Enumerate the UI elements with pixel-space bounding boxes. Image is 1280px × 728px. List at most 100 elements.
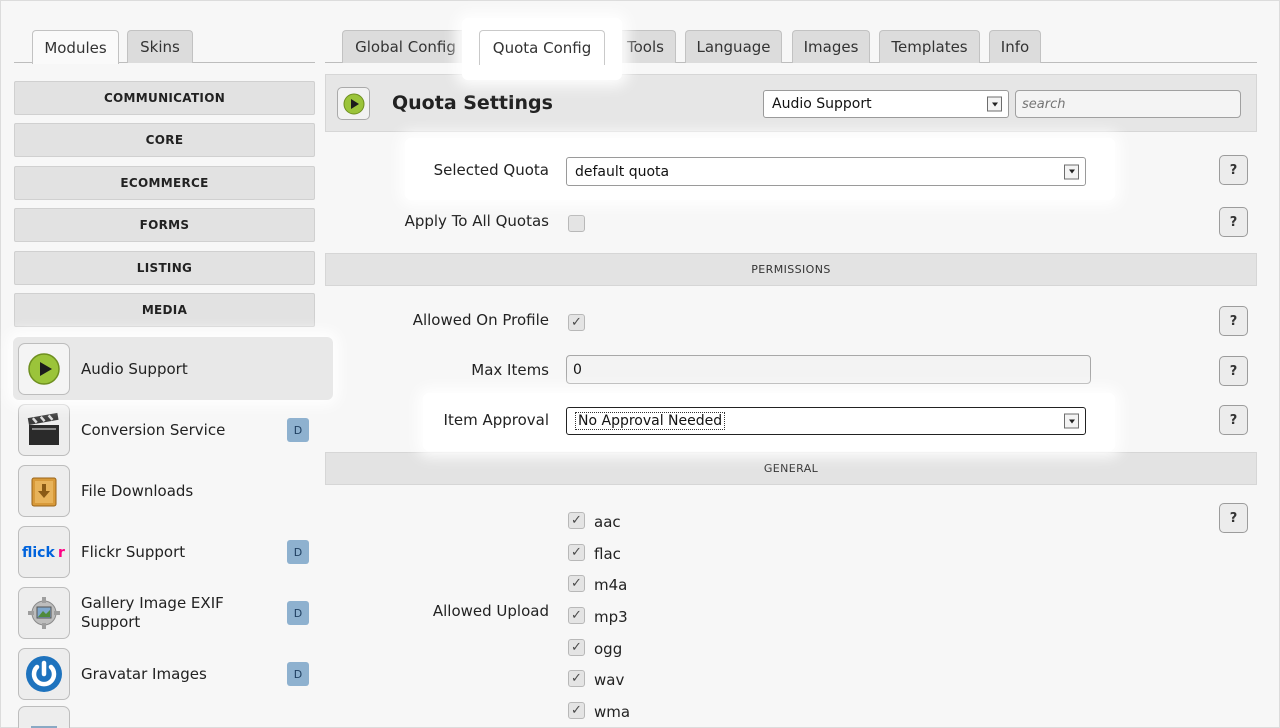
help-button[interactable]: ? bbox=[1219, 356, 1248, 386]
power-circle-icon bbox=[18, 648, 70, 700]
tab-info[interactable]: Info bbox=[989, 30, 1041, 63]
max-items-value: 0 bbox=[573, 361, 582, 378]
tab-label: Quota Config bbox=[492, 39, 592, 57]
category-label: ECOMMERCE bbox=[120, 176, 209, 190]
category-ecommerce[interactable]: ECOMMERCE bbox=[14, 166, 315, 200]
allowed-on-profile-checkbox[interactable]: ✓ bbox=[568, 314, 585, 331]
status-badge: D bbox=[287, 540, 309, 564]
category-forms[interactable]: FORMS bbox=[14, 208, 315, 242]
tab-language[interactable]: Language bbox=[685, 30, 782, 63]
upload-type-label: m4a bbox=[594, 576, 628, 594]
module-label: Audio Support bbox=[81, 359, 188, 378]
allowed-on-profile-label: Allowed On Profile bbox=[412, 311, 549, 329]
checkmark-icon: ✓ bbox=[571, 576, 582, 591]
module-audio-support[interactable]: Audio Support bbox=[14, 340, 315, 398]
apply-all-checkbox[interactable] bbox=[568, 215, 585, 232]
upload-type-label: wav bbox=[594, 671, 625, 689]
help-button[interactable]: ? bbox=[1219, 207, 1248, 237]
help-button[interactable]: ? bbox=[1219, 503, 1248, 533]
upload-checkbox-flac[interactable]: ✓ bbox=[568, 544, 585, 561]
status-badge: D bbox=[287, 662, 309, 686]
help-button[interactable]: ? bbox=[1219, 306, 1248, 336]
upload-type-label: wma bbox=[594, 703, 631, 721]
checkmark-icon: ✓ bbox=[571, 608, 582, 623]
checkmark-icon: ✓ bbox=[571, 640, 582, 655]
tab-skins[interactable]: Skins bbox=[127, 30, 193, 63]
panel-header: Quota Settings Audio Support bbox=[325, 74, 1257, 132]
module-select-value: Audio Support bbox=[772, 96, 872, 112]
tab-templates[interactable]: Templates bbox=[879, 30, 980, 63]
allowed-upload-label: Allowed Upload bbox=[432, 602, 549, 620]
item-approval-label: Item Approval bbox=[443, 411, 549, 429]
upload-checkbox-wav[interactable]: ✓ bbox=[568, 670, 585, 687]
upload-checkbox-aac[interactable]: ✓ bbox=[568, 512, 585, 529]
upload-type-label: flac bbox=[594, 545, 621, 563]
upload-checkbox-m4a[interactable]: ✓ bbox=[568, 575, 585, 592]
module-file-downloads[interactable]: File Downloads bbox=[14, 462, 315, 520]
category-media[interactable]: MEDIA bbox=[14, 293, 315, 327]
module-label: Gravatar Images bbox=[81, 664, 207, 683]
checkmark-icon: ✓ bbox=[571, 703, 582, 718]
category-label: CORE bbox=[145, 133, 184, 147]
tab-label: Language bbox=[696, 38, 771, 56]
chevron-down-icon bbox=[1064, 164, 1079, 179]
upload-checkbox-wma[interactable]: ✓ bbox=[568, 702, 585, 719]
module-flickr-support[interactable]: flick r Flickr Support D bbox=[14, 523, 315, 581]
tab-label: Info bbox=[1000, 38, 1030, 56]
checkmark-icon: ✓ bbox=[571, 545, 582, 560]
upload-type-label: mp3 bbox=[594, 608, 628, 626]
module-label: File Downloads bbox=[81, 481, 194, 500]
help-label: ? bbox=[1229, 510, 1238, 526]
category-communication[interactable]: COMMUNICATION bbox=[14, 81, 315, 115]
selected-quota-value: default quota bbox=[575, 163, 670, 180]
max-items-label: Max Items bbox=[471, 361, 549, 379]
module-conversion-service[interactable]: Conversion Service D bbox=[14, 401, 315, 459]
tab-label: Global Config bbox=[355, 38, 456, 56]
help-label: ? bbox=[1229, 162, 1238, 178]
module-label: Flickr Support bbox=[81, 542, 186, 561]
tab-modules[interactable]: Modules bbox=[32, 30, 119, 64]
help-button[interactable]: ? bbox=[1219, 155, 1248, 185]
section-header-permissions: PERMISSIONS bbox=[325, 253, 1257, 286]
search-input[interactable] bbox=[1015, 90, 1241, 118]
play-icon bbox=[337, 87, 370, 120]
max-items-input[interactable]: 0 bbox=[566, 355, 1091, 384]
flickr-logo-icon: flick r bbox=[18, 526, 70, 578]
clapperboard-icon bbox=[18, 404, 70, 456]
section-title: PERMISSIONS bbox=[751, 263, 831, 276]
help-button[interactable]: ? bbox=[1219, 405, 1248, 435]
checkmark-icon: ✓ bbox=[571, 513, 582, 528]
page-title: Quota Settings bbox=[392, 92, 553, 114]
item-approval-select[interactable]: No Approval Needed bbox=[566, 407, 1086, 435]
upload-checkbox-ogg[interactable]: ✓ bbox=[568, 639, 585, 656]
category-label: COMMUNICATION bbox=[103, 91, 226, 105]
admin-panel: Modules Skins Global Config Quota Config… bbox=[0, 0, 1280, 728]
item-approval-value: No Approval Needed bbox=[575, 412, 726, 430]
module-next-partial[interactable] bbox=[14, 706, 315, 728]
module-select[interactable]: Audio Support bbox=[763, 90, 1009, 118]
selected-quota-select[interactable]: default quota bbox=[566, 157, 1086, 186]
section-header-general: GENERAL bbox=[325, 452, 1257, 485]
help-label: ? bbox=[1229, 412, 1238, 428]
module-icon bbox=[18, 706, 70, 728]
tab-images[interactable]: Images bbox=[792, 30, 870, 63]
status-badge: D bbox=[287, 418, 309, 442]
upload-type-label: aac bbox=[594, 513, 621, 531]
category-listing[interactable]: LISTING bbox=[14, 251, 315, 285]
checkmark-icon: ✓ bbox=[571, 671, 582, 686]
tab-label: Templates bbox=[891, 38, 968, 56]
module-label: Conversion Service bbox=[81, 420, 226, 439]
tab-tools[interactable]: Tools bbox=[615, 30, 676, 63]
apply-all-label: Apply To All Quotas bbox=[404, 212, 549, 230]
tab-quota-config[interactable]: Quota Config bbox=[479, 30, 605, 65]
checkmark-icon: ✓ bbox=[571, 315, 582, 330]
module-gallery-image-exif-support[interactable]: Gallery Image EXIF Support D bbox=[14, 584, 315, 642]
tab-global-config[interactable]: Global Config bbox=[342, 30, 469, 63]
module-label: Gallery Image EXIF Support bbox=[81, 594, 224, 631]
tab-label: Modules bbox=[44, 38, 107, 57]
help-label: ? bbox=[1229, 363, 1238, 379]
module-gravatar-images[interactable]: Gravatar Images D bbox=[14, 645, 315, 703]
help-label: ? bbox=[1229, 214, 1238, 230]
upload-checkbox-mp3[interactable]: ✓ bbox=[568, 607, 585, 624]
category-core[interactable]: CORE bbox=[14, 123, 315, 157]
